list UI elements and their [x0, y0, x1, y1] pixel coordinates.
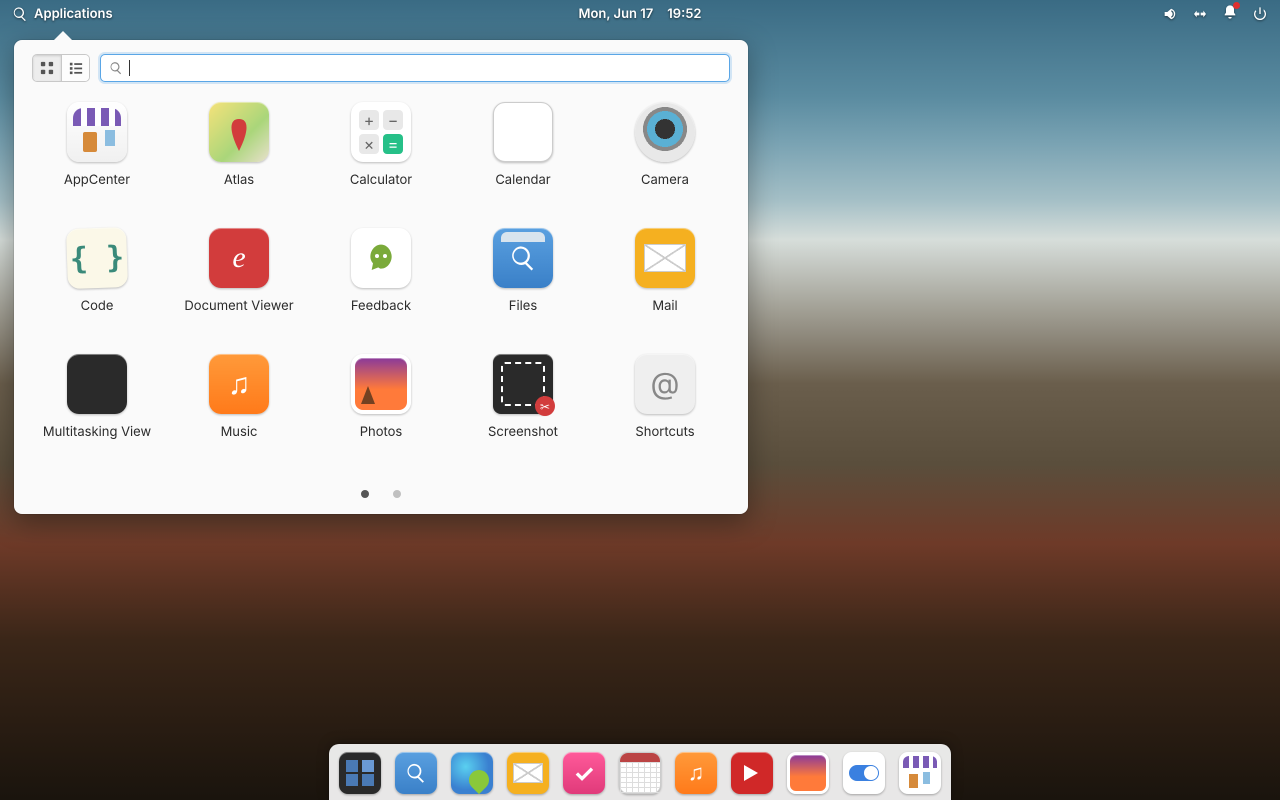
app-appcenter[interactable]: AppCenter: [26, 96, 168, 194]
notifications-icon[interactable]: [1222, 4, 1238, 24]
atlas-icon: [209, 102, 269, 162]
app-grid: AppCenter Atlas +−×= Calculator Calendar…: [14, 92, 748, 450]
text-cursor: [129, 60, 130, 76]
dock-appcenter[interactable]: [899, 752, 941, 794]
dock-calendar[interactable]: [619, 752, 661, 794]
top-panel: Applications Mon, Jun 17 19:52: [0, 0, 1280, 28]
app-screenshot[interactable]: Screenshot: [452, 348, 594, 446]
page-indicator: [14, 490, 748, 498]
panel-time[interactable]: 19:52: [667, 6, 701, 22]
app-shortcuts[interactable]: @ Shortcuts: [594, 348, 736, 446]
app-multitasking[interactable]: Multitasking View: [26, 348, 168, 446]
applications-launcher: AppCenter Atlas +−×= Calculator Calendar…: [14, 40, 748, 514]
view-toggle: [32, 54, 90, 82]
app-label: AppCenter: [64, 172, 130, 188]
app-calendar[interactable]: Calendar: [452, 96, 594, 194]
dock-search[interactable]: [395, 752, 437, 794]
dock-web[interactable]: [451, 752, 493, 794]
search-icon: [12, 6, 28, 22]
app-label: Files: [509, 298, 537, 314]
power-icon[interactable]: [1252, 6, 1268, 22]
page-dot-2[interactable]: [393, 490, 401, 498]
photos-icon: [351, 354, 411, 414]
appcenter-icon: [67, 102, 127, 162]
code-icon: { }: [66, 227, 128, 289]
search-field[interactable]: [100, 54, 730, 82]
app-label: Atlas: [224, 172, 254, 188]
dock-mail[interactable]: [507, 752, 549, 794]
dock-multitasking[interactable]: [339, 752, 381, 794]
app-label: Calculator: [350, 172, 412, 188]
app-label: Photos: [360, 424, 403, 440]
search-input[interactable]: [136, 61, 721, 76]
app-feedback[interactable]: Feedback: [310, 222, 452, 320]
app-label: Shortcuts: [635, 424, 694, 440]
app-mail[interactable]: Mail: [594, 222, 736, 320]
grid-icon: [40, 61, 54, 75]
document-viewer-icon: e: [209, 228, 269, 288]
screenshot-icon: [493, 354, 553, 414]
music-icon: ♫: [209, 354, 269, 414]
app-label: Screenshot: [488, 424, 558, 440]
list-icon: [69, 61, 83, 75]
app-label: Calendar: [495, 172, 550, 188]
volume-icon[interactable]: [1162, 6, 1178, 22]
app-label: Music: [221, 424, 258, 440]
files-icon: [493, 228, 553, 288]
app-code[interactable]: { } Code: [26, 222, 168, 320]
applications-label: Applications: [34, 6, 113, 22]
dock-settings[interactable]: [843, 752, 885, 794]
app-camera[interactable]: Camera: [594, 96, 736, 194]
page-dot-1[interactable]: [361, 490, 369, 498]
app-atlas[interactable]: Atlas: [168, 96, 310, 194]
applications-button[interactable]: Applications: [12, 6, 113, 22]
grid-view-button[interactable]: [33, 55, 61, 81]
dock: ♫: [329, 744, 951, 800]
app-calculator[interactable]: +−×= Calculator: [310, 96, 452, 194]
mail-icon: [635, 228, 695, 288]
network-icon[interactable]: [1192, 6, 1208, 22]
app-files[interactable]: Files: [452, 222, 594, 320]
app-label: Multitasking View: [43, 424, 151, 440]
calendar-icon: [493, 102, 553, 162]
app-label: Document Viewer: [184, 298, 293, 314]
panel-date[interactable]: Mon, Jun 17: [579, 6, 654, 22]
dock-music[interactable]: ♫: [675, 752, 717, 794]
dock-videos[interactable]: [731, 752, 773, 794]
shortcuts-icon: @: [635, 354, 695, 414]
app-label: Camera: [641, 172, 689, 188]
camera-icon: [635, 102, 695, 162]
multitasking-icon: [67, 354, 127, 414]
dock-photos[interactable]: [787, 752, 829, 794]
app-document-viewer[interactable]: e Document Viewer: [168, 222, 310, 320]
search-icon: [109, 61, 123, 75]
app-photos[interactable]: Photos: [310, 348, 452, 446]
feedback-icon: [351, 228, 411, 288]
app-label: Feedback: [351, 298, 411, 314]
category-view-button[interactable]: [61, 55, 89, 81]
app-label: Code: [81, 298, 114, 314]
app-label: Mail: [652, 298, 677, 314]
calculator-icon: +−×=: [351, 102, 411, 162]
app-music[interactable]: ♫ Music: [168, 348, 310, 446]
dock-tasks[interactable]: [563, 752, 605, 794]
